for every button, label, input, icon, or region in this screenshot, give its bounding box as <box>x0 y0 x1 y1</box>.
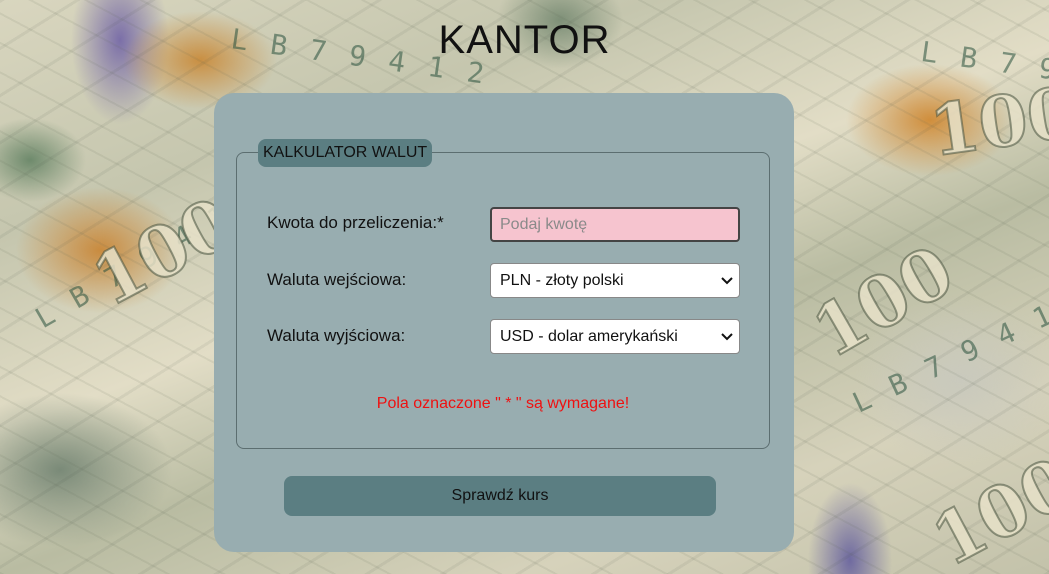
calculator-panel: KALKULATOR WALUT Kwota do przeliczenia:*… <box>214 93 794 552</box>
chevron-down-icon <box>715 264 739 297</box>
output-currency-label: Waluta wyjściowa: <box>267 326 406 345</box>
output-currency-select[interactable]: USD - dolar amerykański <box>490 319 740 354</box>
input-currency-select[interactable]: PLN - złoty polski <box>490 263 740 298</box>
input-currency-value: PLN - złoty polski <box>500 271 624 289</box>
chevron-down-icon <box>715 320 739 353</box>
background-decoration: 100 <box>924 69 1049 174</box>
background-decoration: 100 <box>798 228 968 375</box>
required-fields-note: Pola oznaczone " * " są wymagane! <box>376 395 630 412</box>
background-decoration: 100 <box>918 440 1049 574</box>
fieldset-legend: KALKULATOR WALUT <box>258 139 433 167</box>
amount-label: Kwota do przeliczenia:* <box>267 213 444 232</box>
check-rate-button[interactable]: Sprawdź kurs <box>284 476 716 516</box>
page-title: KANTOR <box>438 18 611 62</box>
input-currency-label: Waluta wejściowa: <box>267 270 407 289</box>
output-currency-value: USD - dolar amerykański <box>500 327 678 345</box>
currency-calculator-fieldset: KALKULATOR WALUT Kwota do przeliczenia:*… <box>236 139 770 449</box>
amount-input[interactable] <box>490 207 740 242</box>
background-decoration: L B 7 9 4 1 2 5 6 9 M <box>847 213 1049 420</box>
page: { "header": { "title": "KANTOR" }, "calc… <box>0 0 1049 574</box>
